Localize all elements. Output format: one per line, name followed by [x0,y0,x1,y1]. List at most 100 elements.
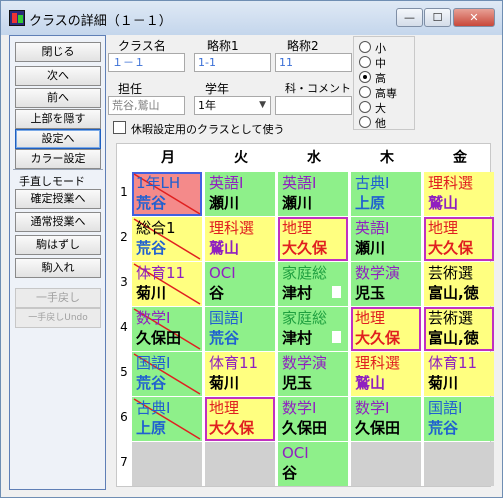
timetable-cell[interactable]: 体育11 菊川 [132,262,202,306]
timetable-cell[interactable]: OCⅠ 谷 [278,442,348,486]
cell-teacher: 上原 [355,194,386,212]
cell-subject: 地理 [428,219,459,237]
period-number: 3 [120,275,128,289]
cell-subject: 体育11 [136,264,186,282]
timetable-cell[interactable]: 数学演 児玉 [278,352,348,396]
timetable-cell[interactable]: 芸術選 富山,徳 [424,307,494,351]
cell-subject: 国語Ⅰ [428,399,463,417]
school-type-option-label: 中 [375,57,386,70]
timetable-cell[interactable]: 地理 大久保 [351,307,421,351]
prev-button[interactable]: 前へ [15,88,101,108]
minimize-button[interactable]: — [396,8,423,27]
undo-button[interactable]: 一手戻し [15,288,101,308]
title-bar[interactable]: クラスの詳細（１－１） — ☐ ✕ [1,1,502,35]
timetable-grid: 月火水木金 1 2 3 4 5 6 7 1年LH 荒谷 英語Ⅰ 瀬川 英語Ⅰ 瀬川 古典Ⅰ 上原 理科選 鷲山 総合… [116,143,494,487]
cell-subject: 国語Ⅰ [209,309,244,327]
note-marker [332,331,341,343]
timetable-cell[interactable]: 体育11 菊川 [205,352,275,396]
timetable-cell[interactable]: 国語Ⅰ 荒谷 [424,397,494,441]
cell-subject: OCⅠ [209,264,236,282]
cell-teacher: 谷 [282,464,298,482]
settings-next-button[interactable]: 設定へ [15,129,101,149]
cell-teacher: 大久保 [282,239,328,257]
grade-select[interactable]: 1年 ▼ [194,96,271,115]
manual-mode-label: 手直しモード [19,175,85,188]
timetable-cell[interactable]: 国語Ⅰ 荒谷 [205,307,275,351]
cell-teacher: 荒谷 [428,419,459,437]
cell-teacher: 児玉 [355,284,386,302]
timetable-cell[interactable] [132,442,202,486]
insert-piece-button[interactable]: 駒入れ [15,258,101,278]
left-button-panel: 閉じる 次へ 前へ 上部を隠す 設定へ カラー設定 手直しモード 確定授業へ 通… [9,35,106,490]
cell-teacher: 瀬川 [209,194,240,212]
timetable-cell[interactable]: 数学Ⅰ 久保田 [351,397,421,441]
subject-comment-field[interactable] [275,96,352,115]
cell-teacher: 大久保 [428,239,474,257]
class-name-field[interactable]: １－１ [108,53,185,72]
timetable-cell[interactable]: 総合1 荒谷 [132,217,202,261]
radio-button[interactable] [359,41,371,53]
holiday-class-checkbox-label: 休暇設定用のクラスとして使う [131,123,285,136]
timetable-cell[interactable]: 家庭総 津村 [278,307,348,351]
short2-field[interactable]: 11 [275,53,352,72]
cell-subject: 数学演 [282,354,328,372]
timetable-cell[interactable]: 地理 大久保 [205,397,275,441]
timetable-cell[interactable]: 理科選 鷲山 [205,217,275,261]
period-number: 1 [120,185,128,199]
timetable-cell[interactable]: 古典Ⅰ 上原 [351,172,421,216]
period-number: 5 [120,365,128,379]
close-window-button[interactable]: ✕ [453,8,495,27]
timetable-cell[interactable]: 理科選 鷲山 [351,352,421,396]
timetable-cell[interactable]: 英語Ⅰ 瀬川 [205,172,275,216]
day-header: 月 [161,150,175,166]
undo-redo-button[interactable]: 一手戻しUndo [15,308,101,328]
timetable-cell[interactable]: 英語Ⅰ 瀬川 [278,172,348,216]
timetable-cell[interactable]: 1年LH 荒谷 [132,172,202,216]
client-area: 閉じる 次へ 前へ 上部を隠す 設定へ カラー設定 手直しモード 確定授業へ 通… [9,35,495,490]
radio-button[interactable] [359,101,371,113]
timetable-cell[interactable]: 国語Ⅰ 荒谷 [132,352,202,396]
radio-button[interactable] [359,71,371,83]
cell-subject: 英語Ⅰ [355,219,390,237]
timetable-cell[interactable]: 数学演 児玉 [351,262,421,306]
cell-teacher: 荒谷 [209,329,240,347]
timetable-cell[interactable]: 芸術選 富山,徳 [424,262,494,306]
timetable-cell[interactable]: 体育11 菊川 [424,352,494,396]
timetable-cell[interactable]: 古典Ⅰ 上原 [132,397,202,441]
hide-top-button[interactable]: 上部を隠す [15,109,101,129]
teacher-field[interactable]: 荒谷,鷲山 [108,96,185,115]
short1-field[interactable]: 1-1 [194,53,271,72]
timetable-cell[interactable]: 数学Ⅰ 久保田 [132,307,202,351]
remove-piece-button[interactable]: 駒はずし [15,235,101,255]
timetable-cell[interactable]: 英語Ⅰ 瀬川 [351,217,421,261]
cell-teacher: 久保田 [136,329,182,347]
normal-class-button[interactable]: 通常授業へ [15,212,101,232]
period-number: 4 [120,320,128,334]
timetable-cell[interactable]: 家庭総 津村 [278,262,348,306]
timetable-cell[interactable]: 地理 大久保 [278,217,348,261]
timetable-cell[interactable] [351,442,421,486]
class-name-label: クラス名 [118,39,166,53]
chevron-down-icon: ▼ [259,100,266,110]
grade-label: 学年 [205,82,230,96]
timetable-cell[interactable] [424,442,494,486]
close-button[interactable]: 閉じる [15,42,101,62]
radio-button[interactable] [359,56,371,68]
school-type-option-label: 他 [375,117,386,130]
confirm-class-button[interactable]: 確定授業へ [15,189,101,209]
cell-teacher: 菊川 [136,284,167,302]
timetable-cell[interactable]: OCⅠ 谷 [205,262,275,306]
holiday-class-checkbox[interactable] [113,121,126,134]
radio-button[interactable] [359,116,371,128]
cell-teacher: 上原 [136,419,167,437]
window-title: クラスの詳細（１－１） [29,14,172,29]
timetable-cell[interactable] [205,442,275,486]
color-settings-button[interactable]: カラー設定 [15,149,101,169]
next-button[interactable]: 次へ [15,66,101,86]
maximize-button[interactable]: ☐ [424,8,451,27]
timetable-cell[interactable]: 理科選 鷲山 [424,172,494,216]
timetable-cell[interactable]: 数学Ⅰ 久保田 [278,397,348,441]
radio-button[interactable] [359,86,371,98]
timetable-cell[interactable]: 地理 大久保 [424,217,494,261]
cell-subject: 数学Ⅰ [355,399,390,417]
